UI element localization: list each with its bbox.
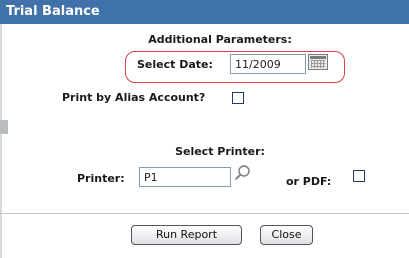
pdf-label: or PDF: [286, 175, 332, 188]
divider [0, 213, 409, 214]
select-date-input[interactable] [230, 54, 306, 74]
frame-marker [0, 120, 8, 134]
run-report-button[interactable]: Run Report [131, 225, 242, 245]
magnifier-icon[interactable] [234, 164, 252, 182]
window-frame [0, 24, 2, 258]
printer-label: Printer: [77, 172, 125, 185]
print-by-alias-label: Print by Alias Account? [62, 91, 206, 104]
select-printer-heading: Select Printer: [175, 145, 265, 158]
select-date-label: Select Date: [137, 58, 213, 71]
printer-input[interactable] [139, 167, 231, 187]
close-button[interactable]: Close [260, 225, 313, 245]
calendar-icon[interactable] [308, 54, 328, 70]
print-by-alias-checkbox[interactable] [232, 92, 244, 104]
additional-parameters-heading: Additional Parameters: [148, 33, 292, 46]
pdf-checkbox[interactable] [353, 170, 365, 182]
window-title: Trial Balance [0, 0, 409, 24]
